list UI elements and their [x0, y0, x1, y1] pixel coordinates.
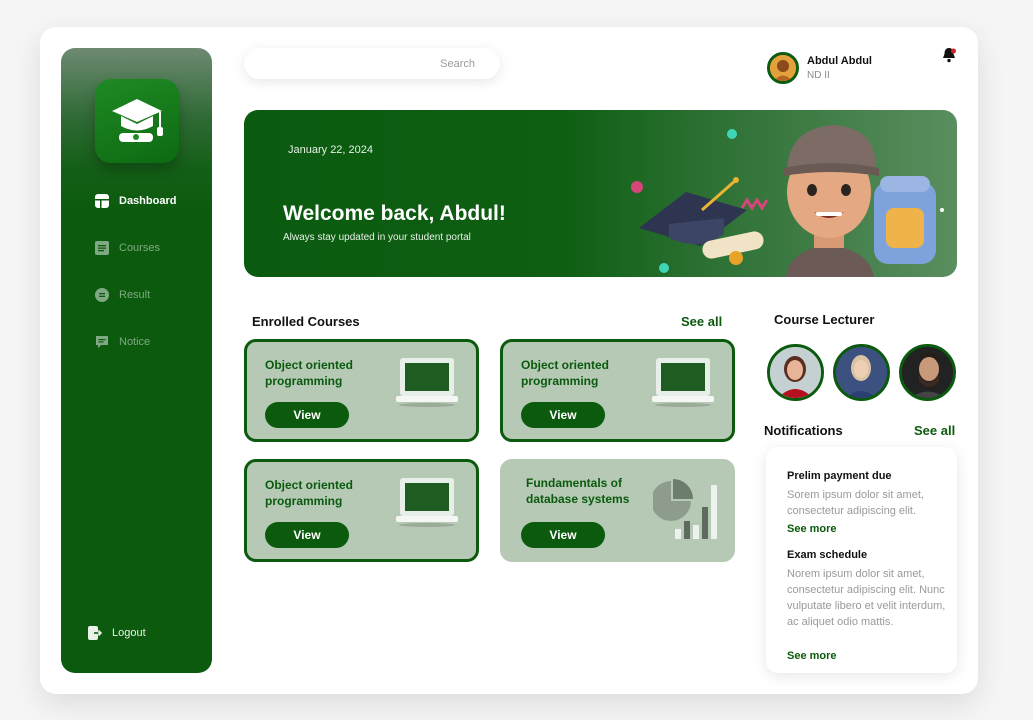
user-profile[interactable]: Abdul Abdul ND II — [767, 52, 872, 84]
dashboard-icon — [95, 194, 109, 208]
graduation-cap-logo-icon — [95, 79, 179, 163]
laptop-icon — [652, 358, 714, 407]
see-more-link[interactable]: See more — [787, 650, 837, 662]
sidebar-item-courses[interactable]: Courses — [95, 241, 160, 255]
notification-body: Norem ipsum dolor sit amet, consectetur … — [787, 568, 946, 628]
sidebar: Dashboard Courses Result Notice Logout — [61, 48, 212, 673]
lecturer-avatar[interactable] — [767, 344, 824, 401]
course-name: Fundamentals of database systems — [526, 476, 630, 506]
logout-button[interactable]: Logout — [88, 626, 146, 640]
laptop-icon — [396, 358, 458, 407]
sidebar-item-label: Notice — [119, 336, 151, 348]
notification-title: Prelim payment due — [787, 470, 892, 482]
banner-title: Welcome back, Abdul! — [283, 202, 506, 225]
user-level: ND II — [807, 70, 830, 81]
banner-subtitle: Always stay updated in your student port… — [283, 232, 471, 243]
notifications-title: Notifications — [764, 423, 843, 438]
banner-date: January 22, 2024 — [288, 144, 374, 156]
sidebar-item-notice[interactable]: Notice — [95, 335, 150, 349]
sidebar-item-dashboard[interactable]: Dashboard — [95, 194, 176, 208]
course-card[interactable]: Object oriented programming View — [500, 339, 735, 442]
course-card[interactable]: Object oriented programming View — [244, 339, 479, 442]
lecturer-avatar[interactable] — [899, 344, 956, 401]
view-course-button[interactable]: View — [521, 402, 605, 428]
notifications-panel: Prelim payment due Sorem ipsum dolor sit… — [766, 447, 957, 673]
search-input[interactable]: Search — [244, 48, 500, 79]
see-more-link[interactable]: See more — [787, 523, 837, 535]
avatar — [767, 52, 799, 84]
analytics-chart-icon — [653, 479, 717, 539]
course-lecturer-title: Course Lecturer — [774, 312, 875, 327]
enrolled-courses-title: Enrolled Courses — [252, 314, 360, 329]
welcome-banner: January 22, 2024 Welcome back, Abdul! Al… — [244, 110, 957, 277]
sidebar-item-label: Result — [119, 289, 151, 301]
notification-title: Exam schedule — [787, 549, 868, 561]
sidebar-item-label: Dashboard — [119, 195, 177, 207]
sidebar-item-label: Courses — [119, 242, 160, 254]
notification-body: Sorem ipsum dolor sit amet, consectetur … — [787, 489, 924, 517]
view-course-button[interactable]: View — [265, 402, 349, 428]
course-name: Object oriented programming — [265, 358, 354, 388]
result-icon — [95, 288, 109, 302]
search-placeholder: Search — [440, 58, 475, 70]
user-name: Abdul Abdul — [807, 55, 872, 67]
course-card[interactable]: Fundamentals of database systems View — [500, 459, 735, 562]
notice-icon — [95, 335, 109, 349]
courses-see-all-link[interactable]: See all — [681, 314, 722, 329]
courses-icon — [95, 241, 109, 255]
logout-label: Logout — [112, 627, 146, 639]
sidebar-item-result[interactable]: Result — [95, 288, 150, 302]
app-window: Dashboard Courses Result Notice Logout S… — [40, 27, 978, 694]
logout-icon — [88, 626, 102, 640]
course-name: Object oriented programming — [521, 358, 610, 388]
view-course-button[interactable]: View — [521, 522, 605, 548]
view-course-button[interactable]: View — [265, 522, 349, 548]
laptop-icon — [396, 478, 458, 527]
notification-bell-icon[interactable] — [942, 47, 956, 68]
course-name: Object oriented programming — [265, 478, 354, 508]
lecturer-avatar[interactable] — [833, 344, 890, 401]
course-card[interactable]: Object oriented programming View — [244, 459, 479, 562]
notifications-see-all-link[interactable]: See all — [914, 423, 955, 438]
student-illustration-icon — [631, 125, 944, 277]
